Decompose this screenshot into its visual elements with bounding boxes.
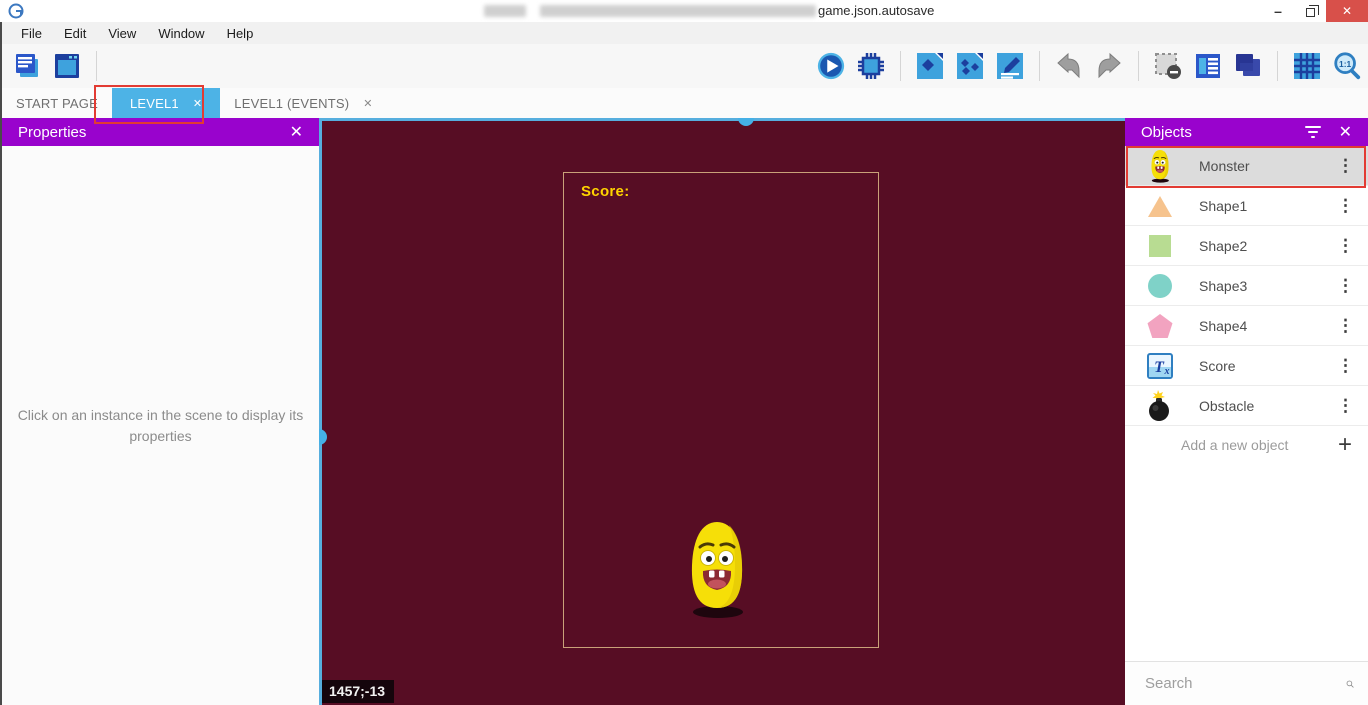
- object-menu-icon[interactable]: ⋮: [1337, 277, 1354, 294]
- object-row-monster[interactable]: Monster ⋮: [1125, 146, 1368, 186]
- preview-play-icon[interactable]: [816, 51, 846, 81]
- add-icon[interactable]: +: [1338, 431, 1352, 459]
- menu-bar: File Edit View Window Help: [0, 22, 1368, 44]
- object-menu-icon[interactable]: ⋮: [1337, 317, 1354, 334]
- object-row-shape1[interactable]: Shape1 ⋮: [1125, 186, 1368, 226]
- tab-bar: START PAGE LEVEL1 ✕ LEVEL1 (EVENTS) ✕: [0, 88, 1368, 118]
- menu-edit[interactable]: Edit: [53, 26, 97, 41]
- object-name: Shape1: [1199, 198, 1337, 214]
- object-name: Score: [1199, 358, 1337, 374]
- triangle-icon: [1145, 189, 1175, 223]
- object-row-score[interactable]: T x Score ⋮: [1125, 346, 1368, 386]
- properties-panel-header: Properties ✕: [2, 118, 319, 146]
- toolbar: 1:1: [0, 44, 1368, 88]
- restore-icon: [1306, 8, 1315, 17]
- properties-panel-title: Properties: [18, 124, 86, 141]
- properties-empty-message: Click on an instance in the scene to dis…: [2, 405, 319, 447]
- close-panel-icon[interactable]: ✕: [1339, 122, 1352, 142]
- instances-icon[interactable]: [955, 51, 985, 81]
- score-text-object[interactable]: Score:: [581, 183, 630, 200]
- toolbar-divider: [1138, 51, 1139, 81]
- object-row-shape2[interactable]: Shape2 ⋮: [1125, 226, 1368, 266]
- circle-icon: [1145, 269, 1175, 303]
- object-name: Shape4: [1199, 318, 1337, 334]
- object-name: Monster: [1199, 158, 1337, 174]
- gdevelop-logo-icon: [8, 3, 24, 19]
- bomb-icon: [1145, 389, 1175, 423]
- scene-editor-canvas[interactable]: Score: 1457;-13: [319, 118, 1125, 705]
- scene-vertical-scrollbar[interactable]: [319, 118, 322, 705]
- zoom-original-icon[interactable]: 1:1: [1332, 51, 1362, 81]
- project-manager-icon[interactable]: [12, 51, 42, 81]
- monster-thumbnail-icon: [1145, 149, 1175, 183]
- text-object-icon: T x: [1145, 349, 1175, 383]
- tab-label: START PAGE: [16, 96, 98, 111]
- object-row-shape4[interactable]: Shape4 ⋮: [1125, 306, 1368, 346]
- object-menu-icon[interactable]: ⋮: [1337, 197, 1354, 214]
- minimize-button[interactable]: –: [1262, 0, 1294, 22]
- menu-view[interactable]: View: [97, 26, 147, 41]
- object-menu-icon[interactable]: ⋮: [1337, 157, 1354, 174]
- toolbar-divider: [96, 51, 97, 81]
- layers-icon[interactable]: [1233, 51, 1263, 81]
- search-input[interactable]: [1143, 674, 1346, 693]
- objects-panel: Objects ✕ Monster ⋮ Shape1 ⋮ Shape2 ⋮ Sh…: [1125, 118, 1368, 705]
- close-panel-icon[interactable]: ✕: [290, 122, 303, 142]
- start-page-icon[interactable]: [52, 51, 82, 81]
- tab-close-icon[interactable]: ✕: [193, 97, 202, 110]
- object-row-shape3[interactable]: Shape3 ⋮: [1125, 266, 1368, 306]
- search-icon[interactable]: [1346, 674, 1354, 694]
- object-name: Obstacle: [1199, 398, 1337, 414]
- menu-help[interactable]: Help: [216, 26, 265, 41]
- tab-level1-events[interactable]: LEVEL1 (EVENTS) ✕: [220, 88, 386, 118]
- horizontal-scroll-handle[interactable]: [738, 118, 754, 126]
- tab-level1[interactable]: LEVEL1 ✕: [112, 88, 220, 118]
- debug-icon[interactable]: [856, 51, 886, 81]
- toolbar-divider: [1277, 51, 1278, 81]
- menu-window[interactable]: Window: [147, 26, 215, 41]
- close-window-button[interactable]: ✕: [1326, 0, 1368, 22]
- toolbar-divider: [900, 51, 901, 81]
- object-menu-icon[interactable]: ⋮: [1337, 237, 1354, 254]
- tab-close-icon[interactable]: ✕: [363, 97, 372, 110]
- redacted-title-segment: [540, 5, 816, 17]
- title-bar: game.json.autosave – ✕: [0, 0, 1368, 22]
- menu-file[interactable]: File: [10, 26, 53, 41]
- undo-icon[interactable]: [1054, 51, 1084, 81]
- objects-panel-header: Objects ✕: [1125, 118, 1368, 146]
- toolbar-divider: [1039, 51, 1040, 81]
- edit-scene-icon[interactable]: [995, 51, 1025, 81]
- objects-editor-icon[interactable]: [915, 51, 945, 81]
- scene-horizontal-scrollbar[interactable]: [319, 118, 1125, 121]
- cursor-coordinates: 1457;-13: [322, 680, 394, 703]
- svg-text:1:1: 1:1: [1339, 59, 1351, 69]
- object-name: Shape3: [1199, 278, 1337, 294]
- objects-panel-title: Objects: [1141, 124, 1192, 141]
- object-menu-icon[interactable]: ⋮: [1337, 357, 1354, 374]
- window-title: game.json.autosave: [818, 3, 934, 18]
- clear-selection-icon[interactable]: [1153, 51, 1183, 81]
- properties-panel: Properties ✕ Click on an instance in the…: [0, 118, 319, 705]
- svg-text:T: T: [1154, 359, 1165, 376]
- svg-text:x: x: [1164, 366, 1170, 377]
- object-menu-icon[interactable]: ⋮: [1337, 397, 1354, 414]
- objects-search-bar: [1125, 661, 1368, 705]
- restore-button[interactable]: [1294, 0, 1326, 22]
- instances-list-icon[interactable]: [1193, 51, 1223, 81]
- square-icon: [1145, 229, 1175, 263]
- grid-icon[interactable]: [1292, 51, 1322, 81]
- filter-icon[interactable]: [1305, 126, 1321, 138]
- object-row-obstacle[interactable]: Obstacle ⋮: [1125, 386, 1368, 426]
- object-name: Shape2: [1199, 238, 1337, 254]
- add-object-row[interactable]: Add a new object +: [1125, 426, 1368, 464]
- tab-label: LEVEL1: [130, 96, 179, 111]
- vertical-scroll-handle[interactable]: [319, 429, 327, 445]
- monster-instance[interactable]: [685, 518, 749, 620]
- redacted-title-segment: [484, 5, 526, 17]
- pentagon-icon: [1145, 309, 1175, 343]
- redo-icon[interactable]: [1094, 51, 1124, 81]
- tab-start-page[interactable]: START PAGE: [2, 88, 112, 118]
- tab-label: LEVEL1 (EVENTS): [234, 96, 349, 111]
- add-object-label: Add a new object: [1181, 437, 1338, 453]
